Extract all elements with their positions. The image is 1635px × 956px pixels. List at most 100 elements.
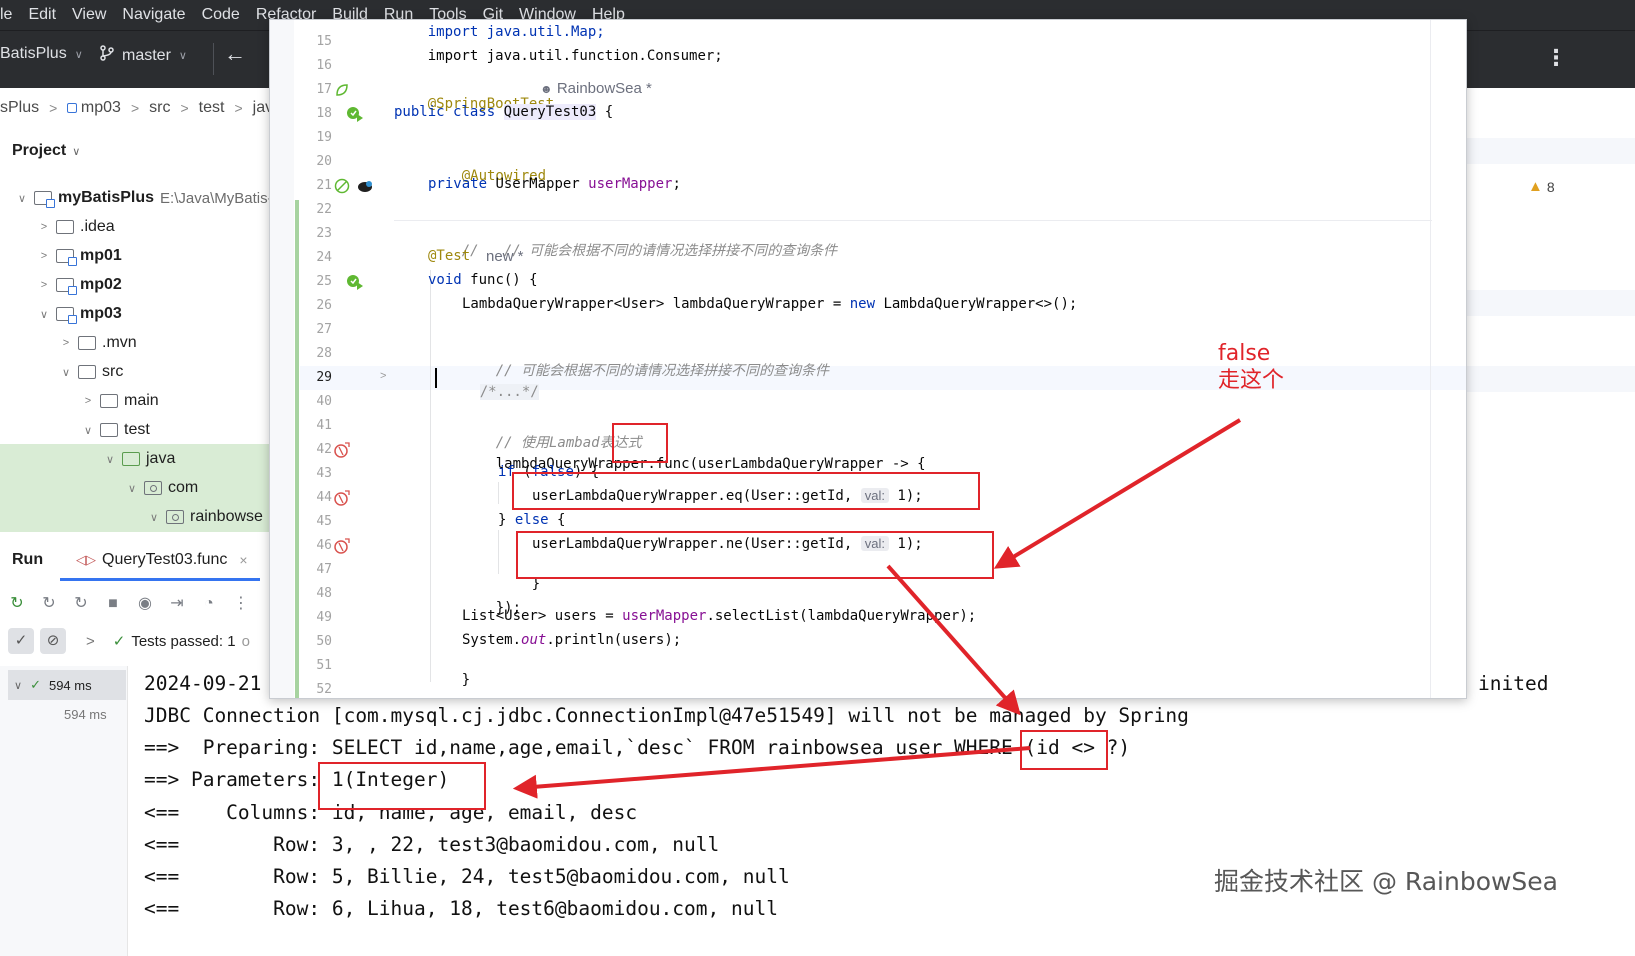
check-icon: ✓ [30,677,41,692]
autowired-bean-icon[interactable] [334,178,350,194]
lambda-icon[interactable] [334,490,350,506]
line-number: 47 [316,562,332,577]
line-number: 50 [316,634,332,649]
more-options-icon[interactable]: ⋮ [1545,45,1567,71]
tree-item-label: mp02 [80,276,122,293]
code-token: ; [672,176,681,192]
run-panel-title: Run [12,551,44,568]
folded-code[interactable]: /*...*/ [479,384,539,400]
tree-item-idea[interactable]: > .idea [0,212,282,242]
rerun-icon[interactable]: ↻ [8,595,26,613]
back-arrow-icon[interactable]: ← [224,41,246,67]
breadcrumb-src[interactable]: src [149,99,170,117]
author-hint[interactable]: new * [486,248,524,265]
toggle-auto-test-icon[interactable]: ↻ [72,595,90,613]
lambda-icon[interactable] [334,538,350,554]
more-options-icon[interactable]: ⋮ [232,595,250,613]
coverage-icon[interactable]: ◔ [200,595,218,613]
show-passed-icon[interactable]: ✓ [8,628,34,654]
line-number: 43 [316,466,332,481]
warnings-indicator[interactable]: ▲ 8 [1528,178,1555,195]
line-number: 49 [316,610,332,625]
tree-item-path: E:\Java\MyBatis- [160,189,273,207]
menu-code[interactable]: Code [202,6,240,24]
tree-item-mp01[interactable]: > mp01 [0,241,282,271]
rerun-failed-icon[interactable]: ↻ [40,595,58,613]
project-panel-header[interactable]: Project ∨ [12,142,80,160]
chevron-right-icon: > [130,100,140,116]
chevron-right-icon[interactable]: > [86,633,95,650]
tree-item-rainbowsea[interactable]: ∨ rainbowse [0,502,282,532]
author-hint[interactable]: ☻ RainbowSea * [540,80,652,97]
spring-bean-icon[interactable] [334,82,350,98]
annotation-line-2: 走这个 [1218,368,1285,393]
breadcrumb-module[interactable]: mp03 [81,99,121,117]
code-token: public class [394,104,504,120]
vcs-change-bar [295,200,299,698]
code-editor[interactable]: 15 16 17 18 19 20 21 22 23 24 25 26 27 28 29 40 41 42 43 44… [269,19,1467,699]
branch-switcher[interactable]: master ∨ [100,45,187,66]
run-tab[interactable]: ◁▷ QueryTest03.func × [76,551,248,569]
lambda-icon[interactable] [334,442,350,458]
tree-item-main[interactable]: > main [0,386,282,416]
code-token: @Test [428,248,471,264]
line-number: 45 [316,514,332,529]
breadcrumb-test[interactable]: test [199,99,225,117]
menu-edit[interactable]: Edit [28,6,56,24]
menu-navigate[interactable]: Navigate [122,6,185,24]
run-config-icon: ◁▷ [76,552,96,567]
user-icon: ☻ [540,82,553,96]
annotation-box-else-branch [516,531,994,579]
tree-item-mvn[interactable]: > .mvn [0,328,282,358]
tree-item-com[interactable]: ∨ com [0,473,282,503]
code-token: LambdaQueryWrapper<>(); [883,296,1078,312]
code-token: } [498,512,515,528]
close-icon[interactable]: × [239,552,247,568]
code-line: void func() { [428,272,538,288]
code-token: System. [462,632,522,648]
import-tests-icon[interactable]: ⇥ [168,595,186,613]
chevron-right-icon: > [62,337,70,349]
line-number: 19 [316,130,332,145]
code-token: // 可能会根据不同的请情况选择拼接不同的查询条件 [495,363,830,379]
breadcrumb-project[interactable]: sPlus [0,99,39,117]
chevron-down-icon: ∨ [14,679,23,692]
line-number: 41 [316,418,332,433]
tree-item-mp02[interactable]: > mp02 [0,270,282,300]
toolbar-divider [213,43,214,75]
console-line-tail: inited [1478,672,1549,695]
module-folder-icon [56,249,77,266]
highlight-row [1467,290,1635,316]
run-test-icon[interactable] [346,274,363,290]
stop-icon[interactable]: ■ [104,595,122,613]
module-folder-icon [56,278,77,295]
tree-item-java[interactable]: ∨ java [0,444,282,474]
tree-item-mp03[interactable]: ∨ mp03 [0,299,282,329]
right-margin-guide [1430,20,1431,698]
tree-item-src[interactable]: ∨ src [0,357,282,387]
code-token: out [521,632,547,648]
mybatis-bird-icon[interactable] [356,178,372,194]
tree-item-mybatisplus[interactable]: ∨ myBatisPlus E:\Java\MyBatis- [0,183,282,213]
tree-item-label: .idea [80,218,115,235]
show-ignored-icon[interactable]: ⊘ [40,628,66,654]
chevron-right-icon: > [40,221,48,233]
tree-item-test[interactable]: ∨ test [0,415,282,445]
git-branch-icon [100,45,114,66]
tree-item-label: myBatisPlus [58,189,155,206]
camera-icon[interactable]: ◉ [136,595,154,613]
chevron-right-icon: > [234,100,243,116]
run-test-icon[interactable] [346,106,363,122]
chevron-right-icon: > [40,250,48,262]
code-line: private UserMapper userMapper; [428,176,681,192]
line-number: 16 [316,58,332,73]
line-number: 40 [316,394,332,409]
line-number: 24 [316,250,332,265]
chevron-right-icon: > [49,100,58,116]
editor-left-strip [270,20,294,698]
menu-file[interactable]: le [0,6,12,24]
menu-view[interactable]: View [72,6,106,24]
fold-expand-icon[interactable]: > [380,370,386,382]
project-switcher[interactable]: BatisPlus ∨ [0,45,83,63]
test-result-row[interactable]: ∨ ✓ 594 ms [8,670,126,700]
